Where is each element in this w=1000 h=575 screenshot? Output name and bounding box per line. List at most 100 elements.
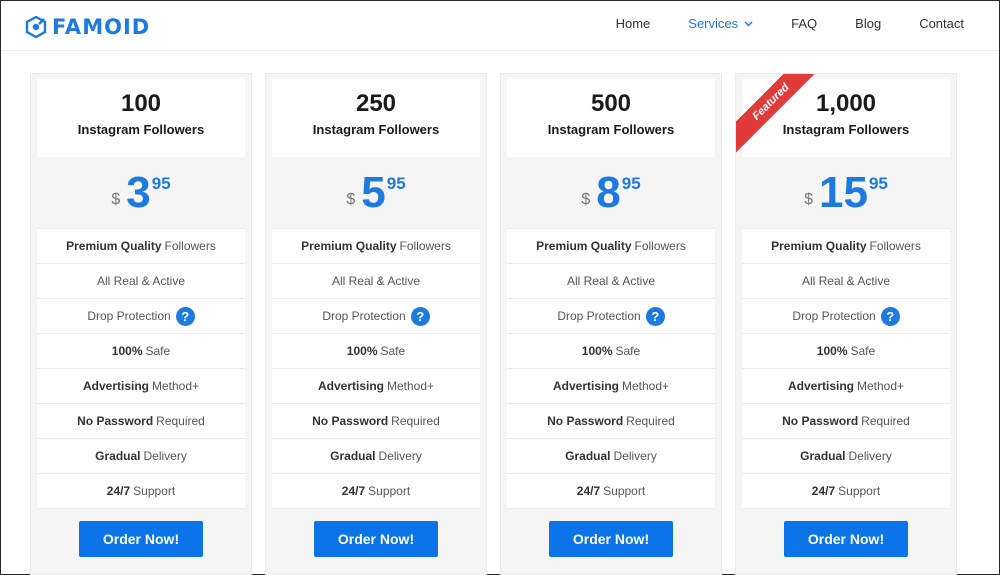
feature-text: Method+ xyxy=(856,379,905,393)
feature-item: Gradual Delivery xyxy=(507,438,715,473)
main-nav: Home Services FAQ Blog Contact xyxy=(578,16,964,31)
feature-text: Followers xyxy=(164,239,216,253)
nav-item-contact[interactable]: Contact xyxy=(919,16,964,31)
feature-text: Followers xyxy=(869,239,921,253)
feature-text: Drop Protection xyxy=(322,309,406,323)
nav-item-label: Blog xyxy=(855,16,882,31)
feature-text: Required xyxy=(156,414,205,428)
feature-item: Advertising Method+ xyxy=(272,368,480,403)
pricing-card: 250 Instagram Followers $5 95 Premium Qualit… xyxy=(265,73,487,575)
feature-text: Safe xyxy=(615,344,641,358)
feature-text: Delivery xyxy=(143,449,187,463)
pricing-card: 500 Instagram Followers $8 95 Premium Qualit… xyxy=(500,73,722,575)
feature-item: 100% Safe xyxy=(742,333,950,368)
feature-item: Premium Quality Followers xyxy=(507,228,715,263)
feature-text: Delivery xyxy=(848,449,892,463)
order-now-button[interactable]: Order Now! xyxy=(549,520,673,557)
feature-item: All Real & Active xyxy=(37,263,245,298)
feature-strong: 24/7 xyxy=(106,484,131,498)
feature-strong: Gradual xyxy=(95,449,141,463)
help-icon[interactable]: ? xyxy=(175,306,195,326)
help-icon[interactable]: ? xyxy=(410,306,430,326)
order-area: Order Now! xyxy=(507,508,715,568)
price-currency: $ xyxy=(581,191,591,208)
feature-strong: No Password xyxy=(782,414,859,428)
price-amount: 5 xyxy=(361,168,386,217)
price-amount: 3 xyxy=(126,168,151,217)
order-now-button[interactable]: Order Now! xyxy=(784,520,908,557)
feature-text: Support xyxy=(133,484,176,498)
price-box: $5 95 xyxy=(272,157,480,228)
plan-quantity: 100 xyxy=(120,90,162,117)
order-now-button[interactable]: Order Now! xyxy=(314,520,438,557)
nav-item-blog[interactable]: Blog xyxy=(855,16,881,31)
feature-strong: Premium Quality xyxy=(771,239,867,253)
nav-item-faq[interactable]: FAQ xyxy=(791,16,817,31)
feature-strong: Gradual xyxy=(800,449,846,463)
feature-item: Drop Protection? xyxy=(37,298,245,333)
price-currency: $ xyxy=(804,191,814,208)
price-cents: 95 xyxy=(868,174,888,193)
plan-label: Instagram Followers xyxy=(312,122,440,137)
order-area: Order Now! xyxy=(742,508,950,568)
feature-list: Premium Quality Followers All Real & Activ… xyxy=(37,228,245,508)
logo[interactable]: FAMOID xyxy=(25,16,150,38)
feature-item: Advertising Method+ xyxy=(37,368,245,403)
order-area: Order Now! xyxy=(37,508,245,568)
feature-strong: 100% xyxy=(816,344,848,358)
nav-item-services[interactable]: Services xyxy=(688,16,753,31)
feature-strong: Premium Quality xyxy=(66,239,162,253)
order-now-button[interactable]: Order Now! xyxy=(79,520,203,557)
feature-item: No Password Required xyxy=(37,403,245,438)
feature-item: Advertising Method+ xyxy=(507,368,715,403)
feature-text: Required xyxy=(391,414,440,428)
feature-strong: Advertising xyxy=(82,379,149,393)
pricing-card: 100 Instagram Followers $3 95 Premium Qualit… xyxy=(30,73,252,575)
feature-item: Drop Protection? xyxy=(507,298,715,333)
feature-text: Safe xyxy=(380,344,406,358)
feature-text: Followers xyxy=(634,239,686,253)
feature-strong: 100% xyxy=(111,344,143,358)
feature-text: Method+ xyxy=(386,379,435,393)
order-area: Order Now! xyxy=(272,508,480,568)
feature-item: 100% Safe xyxy=(272,333,480,368)
feature-item: Premium Quality Followers xyxy=(742,228,950,263)
price-cents: 95 xyxy=(151,174,171,193)
feature-item: 100% Safe xyxy=(507,333,715,368)
price-box: $15 95 xyxy=(742,157,950,228)
feature-item: 100% Safe xyxy=(37,333,245,368)
feature-strong: 24/7 xyxy=(341,484,366,498)
help-icon[interactable]: ? xyxy=(645,306,665,326)
plan-label: Instagram Followers xyxy=(782,122,910,137)
feature-strong: Gradual xyxy=(330,449,376,463)
price-box: $8 95 xyxy=(507,157,715,228)
feature-strong: Gradual xyxy=(565,449,611,463)
feature-text: Method+ xyxy=(621,379,670,393)
help-icon[interactable]: ? xyxy=(880,306,900,326)
price-amount: 15 xyxy=(819,168,868,217)
nav-item-home[interactable]: Home xyxy=(616,16,651,31)
pricing-card: 1,000 Instagram Followers $15 95 Premium Qua… xyxy=(735,73,957,575)
feature-item: Advertising Method+ xyxy=(742,368,950,403)
feature-item: Premium Quality Followers xyxy=(37,228,245,263)
plan-header: 250 Instagram Followers xyxy=(272,79,480,157)
price-box: $3 95 xyxy=(37,157,245,228)
feature-text: All Real & Active xyxy=(566,274,656,288)
feature-text: Followers xyxy=(399,239,451,253)
price-cents: 95 xyxy=(386,174,406,193)
feature-strong: Premium Quality xyxy=(301,239,397,253)
feature-strong: No Password xyxy=(312,414,389,428)
feature-strong: 100% xyxy=(346,344,378,358)
feature-text: Required xyxy=(861,414,910,428)
feature-text: Support xyxy=(368,484,411,498)
plan-label: Instagram Followers xyxy=(547,122,675,137)
pricing-cards: 100 Instagram Followers $3 95 Premium Qualit… xyxy=(30,73,957,575)
feature-item: All Real & Active xyxy=(272,263,480,298)
feature-text: All Real & Active xyxy=(96,274,186,288)
feature-text: Drop Protection xyxy=(87,309,171,323)
feature-item: 24/7 Support xyxy=(272,473,480,508)
site-header: FAMOID Home Services FAQ Blog Contact xyxy=(1,1,999,51)
feature-strong: 24/7 xyxy=(811,484,836,498)
feature-strong: Advertising xyxy=(552,379,619,393)
feature-item: Premium Quality Followers xyxy=(272,228,480,263)
